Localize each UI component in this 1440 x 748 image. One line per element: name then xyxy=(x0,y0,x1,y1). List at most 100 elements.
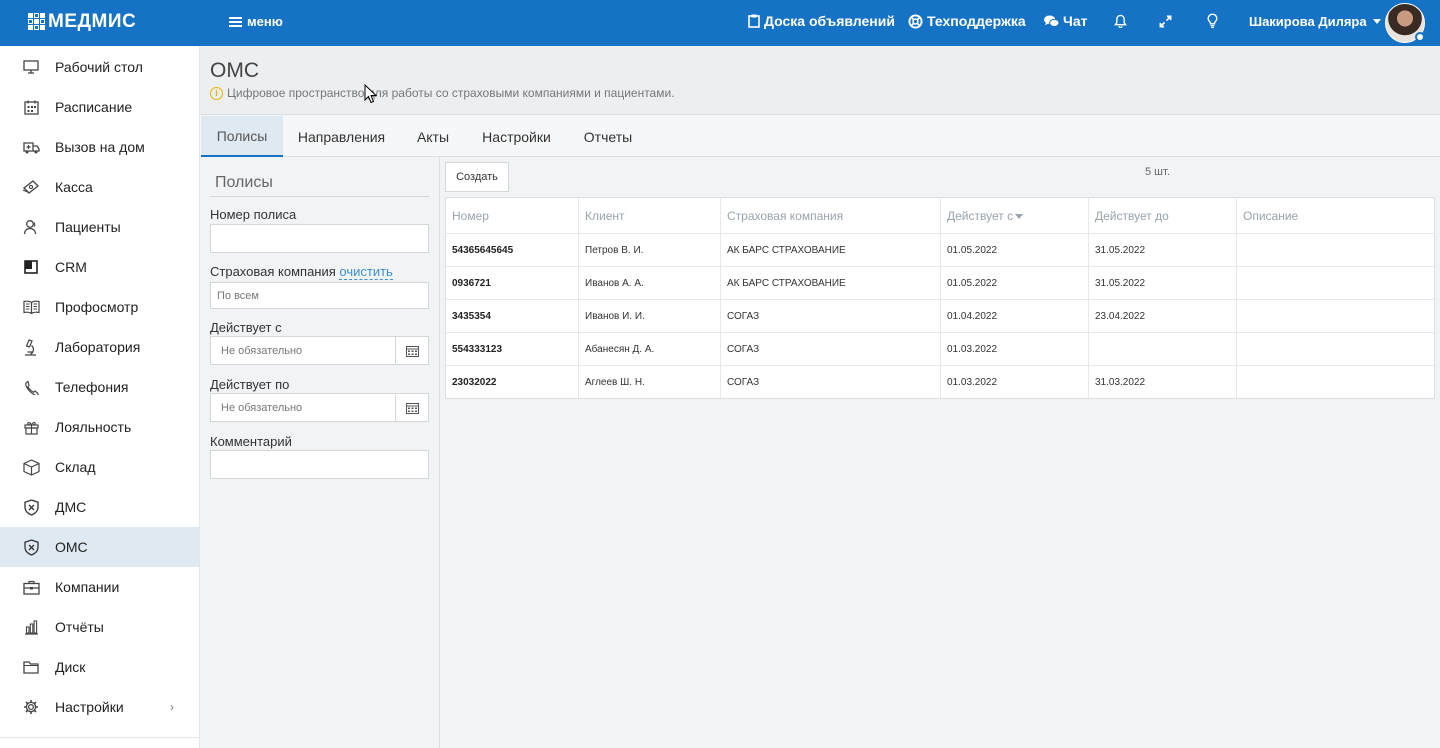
column-header[interactable]: Действует с xyxy=(941,198,1089,234)
table-row[interactable]: 54365645645 Петров В. И. АК БАРС СТРАХОВАН… xyxy=(446,233,1434,266)
sidebar-item-label: Лаборатория xyxy=(55,339,141,355)
filter-title: Полисы xyxy=(215,174,273,191)
policy-number-label: Номер полиса xyxy=(210,207,297,222)
chat-link[interactable]: Чат xyxy=(1044,13,1087,29)
gear-icon xyxy=(22,698,40,716)
sidebar-item-label: Склад xyxy=(55,459,96,475)
briefcase-icon xyxy=(22,578,40,596)
comment-input[interactable] xyxy=(210,450,429,479)
chevron-down-icon xyxy=(1372,19,1381,24)
sidebar-item-label: Касса xyxy=(55,179,93,195)
clipboard-icon xyxy=(748,14,760,28)
tab-settings[interactable]: Настройки xyxy=(466,116,567,157)
sidebar-item[interactable]: Отчёты xyxy=(0,607,199,647)
sidebar-item[interactable]: Лаборатория xyxy=(0,327,199,367)
phone-icon xyxy=(22,378,40,396)
sidebar-item[interactable]: Рабочий стол xyxy=(0,47,199,87)
sidebar-item-label: Пациенты xyxy=(55,219,121,235)
table-cell xyxy=(1237,234,1434,266)
board-label: Доска объявлений xyxy=(764,13,895,29)
menu-button[interactable]: меню xyxy=(229,14,283,29)
expand-icon xyxy=(1159,15,1172,31)
column-header[interactable]: Описание xyxy=(1237,198,1434,234)
column-header[interactable]: Клиент xyxy=(579,198,721,234)
top-bar: МЕДМИС меню Доска объявлений Техподдержк… xyxy=(0,0,1440,46)
sidebar-item[interactable]: Настройки › xyxy=(0,687,199,727)
tab-reports[interactable]: Отчеты xyxy=(567,116,649,157)
valid-from-input[interactable]: Не обязательно xyxy=(210,336,429,365)
record-count: 5 шт. xyxy=(1145,166,1170,178)
sidebar-item[interactable]: ДМС xyxy=(0,487,199,527)
sidebar-item[interactable]: ОМС xyxy=(0,527,199,567)
policy-number-input[interactable] xyxy=(210,224,429,253)
sidebar-item-label: Рабочий стол xyxy=(55,59,143,75)
menu-label: меню xyxy=(247,14,283,29)
column-header[interactable]: Страховая компания xyxy=(721,198,941,234)
chat-icon xyxy=(1044,14,1059,28)
status-indicator xyxy=(1415,32,1425,42)
insurance-select[interactable]: По всем xyxy=(210,282,429,309)
table-cell: Иванов А. А. xyxy=(579,267,721,299)
table-row[interactable]: 554333123 Абанесян Д. А. СОГАЗ 01.03.2022 xyxy=(446,332,1434,365)
table-cell: 31.03.2022 xyxy=(1089,366,1237,398)
sidebar-item-label: Лояльность xyxy=(55,419,132,435)
sidebar-item[interactable]: Пациенты xyxy=(0,207,199,247)
sidebar-item-label: Расписание xyxy=(55,99,133,115)
sidebar-item[interactable]: Диск xyxy=(0,647,199,687)
logo[interactable]: МЕДМИС xyxy=(28,11,136,33)
sidebar-item[interactable]: Касса xyxy=(0,167,199,207)
logo-text: МЕДМИС xyxy=(48,11,137,32)
folder-icon xyxy=(22,658,40,676)
box-icon xyxy=(22,458,40,476)
table-cell xyxy=(1237,267,1434,299)
bell-button[interactable] xyxy=(1114,14,1127,31)
sidebar-item[interactable]: Профосмотр xyxy=(0,287,199,327)
table-cell: Петров В. И. xyxy=(579,234,721,266)
table-row[interactable]: 3435354 Иванов И. И. СОГАЗ 01.04.2022 23.04.… xyxy=(446,299,1434,332)
sidebar-item[interactable]: Склад xyxy=(0,447,199,487)
user-name: Шакирова Диляра xyxy=(1249,14,1367,29)
chevron-right-icon: › xyxy=(170,700,174,714)
sidebar-item-label: Отчёты xyxy=(55,619,104,635)
page-header: ОМС i Цифровое пространство для работы с… xyxy=(200,46,1440,115)
calendar-icon[interactable] xyxy=(395,337,428,364)
avatar[interactable] xyxy=(1385,3,1425,43)
sidebar-item[interactable]: Телефония xyxy=(0,367,199,407)
sidebar-item-label: CRM xyxy=(55,259,87,275)
table-cell xyxy=(1237,300,1434,332)
table-cell: СОГАЗ xyxy=(721,300,941,332)
tab-referrals[interactable]: Направления xyxy=(283,116,400,157)
shield-icon xyxy=(22,498,40,516)
valid-to-label: Действует по xyxy=(210,377,290,392)
sidebar-item[interactable]: Вызов на дом xyxy=(0,127,199,167)
menu-icon xyxy=(229,16,242,27)
clear-insurance-link[interactable]: очистить xyxy=(339,264,393,280)
sidebar-item[interactable]: Расписание xyxy=(0,87,199,127)
valid-from-label: Действует с xyxy=(210,320,282,335)
table-cell: 31.05.2022 xyxy=(1089,234,1237,266)
calendar-icon xyxy=(22,98,40,116)
table-cell: 01.05.2022 xyxy=(941,234,1089,266)
table-row[interactable]: 23032022 Аглеев Ш. Н. СОГАЗ 01.03.2022 31.03… xyxy=(446,365,1434,398)
info-icon: i xyxy=(210,86,223,100)
sidebar-item[interactable]: Компании xyxy=(0,567,199,607)
fullscreen-button[interactable] xyxy=(1159,15,1172,31)
sidebar-item[interactable]: Лояльность xyxy=(0,407,199,447)
ambulance-icon xyxy=(22,138,40,156)
sidebar-item-label: Профосмотр xyxy=(55,299,139,315)
column-header[interactable]: Действует до xyxy=(1089,198,1237,234)
column-header[interactable]: Номер xyxy=(446,198,579,234)
board-link[interactable]: Доска объявлений xyxy=(748,13,895,29)
tab-acts[interactable]: Акты xyxy=(400,116,466,157)
tab-policies[interactable]: Полисы xyxy=(201,116,283,157)
user-menu[interactable]: Шакирова Диляра xyxy=(1249,14,1381,29)
crm-icon xyxy=(22,258,40,276)
create-button[interactable]: Создать xyxy=(445,162,509,192)
sidebar-item[interactable]: CRM xyxy=(0,247,199,287)
valid-from-placeholder: Не обязательно xyxy=(221,344,303,357)
valid-to-input[interactable]: Не обязательно xyxy=(210,393,429,422)
tips-button[interactable] xyxy=(1207,13,1218,32)
calendar-icon[interactable] xyxy=(395,394,428,421)
support-link[interactable]: Техподдержка xyxy=(908,13,1026,29)
table-row[interactable]: 0936721 Иванов А. А. АК БАРС СТРАХОВАНИЕ 01… xyxy=(446,266,1434,299)
